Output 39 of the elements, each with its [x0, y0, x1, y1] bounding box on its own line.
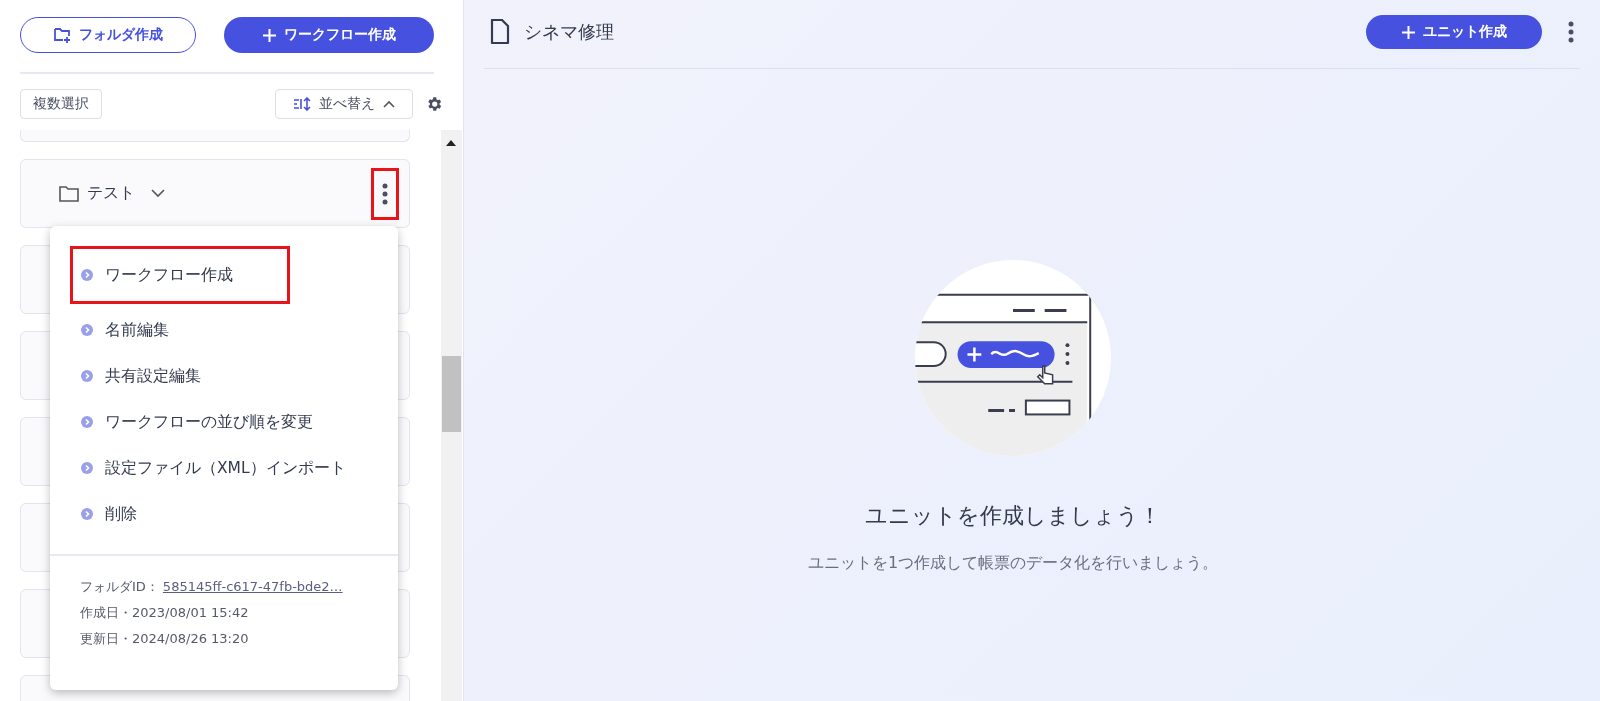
updated-date: 更新日・2024/08/26 13:20 [80, 630, 250, 648]
chevron-circle-icon [81, 508, 93, 520]
folder-id-link[interactable]: 585145ff-c617-47fb-bde2… [162, 579, 343, 594]
menu-item[interactable]: 名前編集 [70, 310, 186, 350]
plus-icon [1401, 25, 1415, 39]
chevron-circle-icon [81, 269, 93, 281]
chevron-icon[interactable] [151, 189, 165, 198]
empty-state-title: ユニットを作成しましょう！ [865, 502, 1161, 530]
menu-item[interactable]: 削除 [70, 494, 154, 534]
menu-item[interactable]: ワークフロー作成 [70, 246, 290, 304]
chevron-circle-icon [81, 324, 93, 336]
chevron-circle-icon [81, 416, 93, 428]
more-icon[interactable] [1568, 21, 1574, 43]
folder-plus-icon [53, 27, 71, 43]
menu-item[interactable]: ワークフローの並び順を変更 [70, 402, 330, 442]
create-unit-button[interactable]: ユニット作成 [1366, 15, 1542, 49]
folder-id-label: フォルダID： [80, 579, 159, 594]
more-icon [382, 182, 388, 205]
multi-select-button[interactable]: 複数選択 [20, 89, 102, 119]
menu-item[interactable]: 設定ファイル（XML）インポート [70, 448, 363, 488]
created-date: 作成日・2023/08/01 15:42 [80, 604, 250, 622]
scrollbar[interactable] [441, 130, 462, 701]
scroll-up-icon[interactable] [446, 140, 456, 146]
highlighted-more-button[interactable] [371, 167, 399, 220]
folder-name: テスト [87, 183, 135, 204]
document-icon [490, 19, 510, 45]
create-folder-button[interactable]: フォルダ作成 [20, 17, 196, 53]
menu-item[interactable]: 共有設定編集 [70, 356, 218, 396]
chevron-circle-icon [81, 462, 93, 474]
scrollbar-thumb[interactable] [442, 356, 461, 432]
create-workflow-button[interactable]: ワークフロー作成 [224, 17, 434, 53]
folder-card[interactable]: テスト [20, 159, 410, 228]
sort-icon [293, 97, 311, 111]
sort-button[interactable]: 並べ替え [275, 89, 413, 119]
folder-icon [59, 185, 79, 202]
chevron-circle-icon [81, 370, 93, 382]
empty-state-message: ユニットを1つ作成して帳票のデータ化を行いましょう。 [807, 553, 1219, 574]
plus-icon [262, 28, 276, 42]
page-title: シネマ修理 [524, 20, 614, 44]
